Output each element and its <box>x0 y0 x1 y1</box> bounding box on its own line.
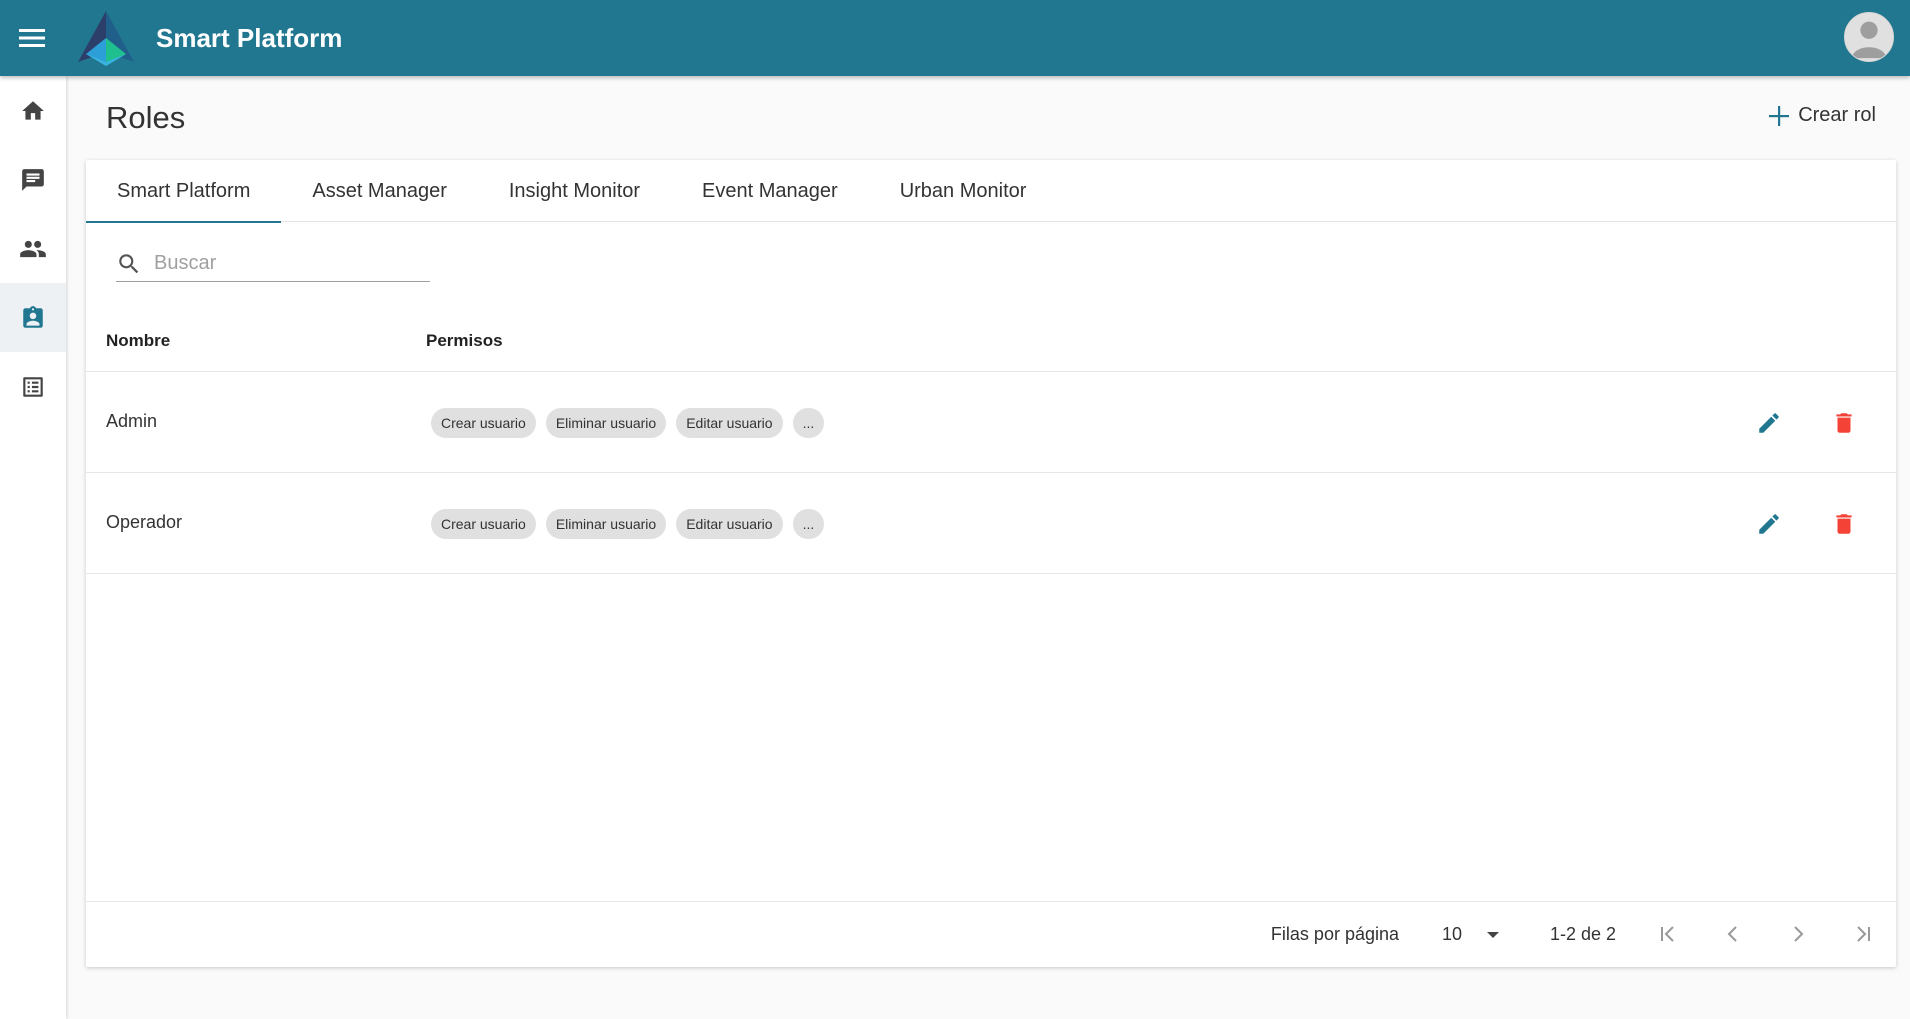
app-logo-icon <box>78 11 134 66</box>
more-permissions-chip[interactable]: ... <box>792 408 825 438</box>
pencil-icon <box>1759 413 1779 433</box>
rows-per-page-label: Filas por página <box>1270 924 1399 944</box>
page-title: Roles <box>106 100 186 135</box>
list-icon <box>23 376 43 397</box>
permission-chip: Editar usuario <box>676 408 783 438</box>
permission-chips: Crear usuario Eliminar usuario Editar us… <box>431 408 825 438</box>
search-input[interactable] <box>154 252 414 275</box>
user-avatar[interactable] <box>1844 12 1894 62</box>
home-icon <box>22 100 44 120</box>
next-page-button[interactable] <box>1783 919 1813 949</box>
pagination-range: 1-2 de 2 <box>1549 924 1616 944</box>
create-role-label: Crear rol <box>1798 104 1876 126</box>
sidebar-item-users[interactable] <box>0 214 66 283</box>
table-row: Operador Crear usuario Eliminar usuario … <box>86 473 1896 574</box>
permission-chip: Eliminar usuario <box>545 509 667 539</box>
tab-asset-manager[interactable]: Asset Manager <box>281 160 478 222</box>
person-avatar-icon <box>1851 21 1887 59</box>
roles-card: Smart Platform Asset Manager Insight Mon… <box>86 160 1896 967</box>
permission-chips: Crear usuario Eliminar usuario Editar us… <box>431 509 825 539</box>
trash-icon <box>1836 413 1852 433</box>
delete-role-button[interactable] <box>1829 408 1859 438</box>
edit-role-button[interactable] <box>1754 408 1784 438</box>
delete-role-button[interactable] <box>1829 509 1859 539</box>
rows-per-page-value: 10 <box>1441 924 1462 944</box>
tab-urban-monitor[interactable]: Urban Monitor <box>869 160 1058 222</box>
column-header-permissions: Permisos <box>426 330 503 350</box>
permission-chip: Eliminar usuario <box>545 408 667 438</box>
app-title: Smart Platform <box>156 22 343 53</box>
sidebar-item-logs[interactable] <box>0 352 66 421</box>
role-name: Admin <box>106 411 158 431</box>
sidebar-item-roles[interactable] <box>0 283 66 352</box>
top-app-bar: Smart Platform <box>0 0 1910 76</box>
column-header-name[interactable]: Nombre <box>106 331 170 351</box>
search-field <box>116 246 430 282</box>
rows-per-page-select[interactable]: 10 <box>1442 924 1500 945</box>
menu-button[interactable] <box>0 0 64 76</box>
people-icon <box>20 240 46 257</box>
sidebar-item-home[interactable] <box>0 76 66 145</box>
last-page-button[interactable] <box>1848 919 1878 949</box>
previous-page-button[interactable] <box>1718 919 1748 949</box>
tab-bar: Smart Platform Asset Manager Insight Mon… <box>86 160 1896 223</box>
role-name: Operador <box>106 512 183 532</box>
side-navigation <box>0 76 66 1019</box>
table-header: Nombre Permisos <box>86 310 1896 372</box>
permission-chip: Crear usuario <box>431 509 536 539</box>
edit-role-button[interactable] <box>1754 509 1784 539</box>
assignment-ind-icon <box>23 305 43 328</box>
table-pagination: Filas por página 10 1-2 de 2 <box>86 901 1896 967</box>
chat-icon <box>22 168 44 191</box>
last-page-icon <box>1857 926 1870 942</box>
chevron-left-icon <box>1727 926 1737 942</box>
plus-icon <box>1769 105 1790 126</box>
more-permissions-chip[interactable]: ... <box>792 509 825 539</box>
dropdown-arrow-icon <box>1487 931 1499 938</box>
permission-chip: Editar usuario <box>676 509 783 539</box>
first-page-button[interactable] <box>1653 919 1683 949</box>
sidebar-item-messages[interactable] <box>0 145 66 214</box>
menu-icon <box>19 29 45 47</box>
chevron-right-icon <box>1794 926 1804 942</box>
tab-smart-platform[interactable]: Smart Platform <box>86 160 282 223</box>
pencil-icon <box>1759 514 1779 534</box>
trash-icon <box>1836 514 1852 534</box>
first-page-icon <box>1661 926 1674 942</box>
search-icon <box>119 253 139 273</box>
tab-insight-monitor[interactable]: Insight Monitor <box>478 160 671 222</box>
tab-event-manager[interactable]: Event Manager <box>671 160 869 222</box>
create-role-button[interactable]: Crear rol <box>1768 104 1876 127</box>
permission-chip: Crear usuario <box>431 408 536 438</box>
table-row: Admin Crear usuario Eliminar usuario Edi… <box>86 372 1896 473</box>
